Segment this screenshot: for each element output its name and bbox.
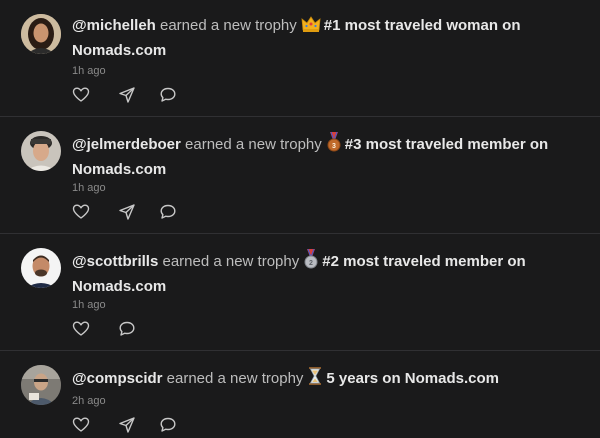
share-send-icon[interactable] [118,86,136,104]
avatar[interactable] [21,131,61,171]
post-text: @scottbrills earned a new trophy 2 #2 most… [72,248,572,298]
post-text: @michelleh earned a new trophy #1 most tr… [72,15,572,62]
action-text: earned a new trophy [185,136,322,153]
feed-post: @jelmerdeboer earned a new trophy 3 #3 mos… [0,117,600,234]
like-heart-icon[interactable] [72,203,90,221]
post-text: @compscidr earned a new trophy 5 years on… [72,366,572,393]
silver-medal-icon: 2 [303,248,319,276]
comment-bubble-icon[interactable] [159,203,177,221]
timestamp: 1h ago [72,182,106,194]
user-handle[interactable]: @jelmerdeboer [72,136,181,153]
share-send-icon[interactable] [118,416,136,434]
comment-bubble-icon[interactable] [118,320,136,338]
trophy-title-continued: Nomads.com [72,161,167,178]
crown-icon [301,15,321,40]
action-text: earned a new trophy [166,370,304,387]
hourglass-icon [307,366,323,393]
comment-bubble-icon[interactable] [159,86,177,104]
user-handle[interactable]: @michelleh [72,17,156,34]
feed-post: @compscidr earned a new trophy 5 years on… [0,351,600,438]
like-heart-icon[interactable] [72,86,90,104]
timestamp: 2h ago [72,395,106,407]
like-heart-icon[interactable] [72,320,90,338]
user-handle[interactable]: @scottbrills [72,253,158,270]
bronze-medal-icon: 3 [326,131,342,159]
trophy-title: #3 most traveled member on [344,136,549,153]
user-handle[interactable]: @compscidr [72,370,162,387]
action-text: earned a new trophy [162,253,300,270]
trophy-title: 5 years on Nomads.com [326,370,499,387]
like-heart-icon[interactable] [72,416,90,434]
trophy-title: #1 most traveled woman on [323,17,521,34]
activity-feed: @michelleh earned a new trophy #1 most tr… [0,0,600,438]
timestamp: 1h ago [72,65,106,77]
share-send-icon[interactable] [118,203,136,221]
trophy-title-continued: Nomads.com [72,42,167,59]
avatar[interactable] [21,365,61,405]
avatar[interactable] [21,14,61,54]
trophy-title-continued: Nomads.com [72,278,167,295]
svg-text:2: 2 [309,260,313,267]
feed-post: @michelleh earned a new trophy #1 most tr… [0,0,600,117]
comment-bubble-icon[interactable] [159,416,177,434]
svg-text:3: 3 [332,143,336,150]
post-text: @jelmerdeboer earned a new trophy 3 #3 mos… [72,131,572,181]
avatar[interactable] [21,248,61,288]
timestamp: 1h ago [72,299,106,311]
action-text: earned a new trophy [160,17,297,34]
feed-post: @scottbrills earned a new trophy 2 #2 most… [0,234,600,351]
trophy-title: #2 most traveled member on [322,253,526,270]
